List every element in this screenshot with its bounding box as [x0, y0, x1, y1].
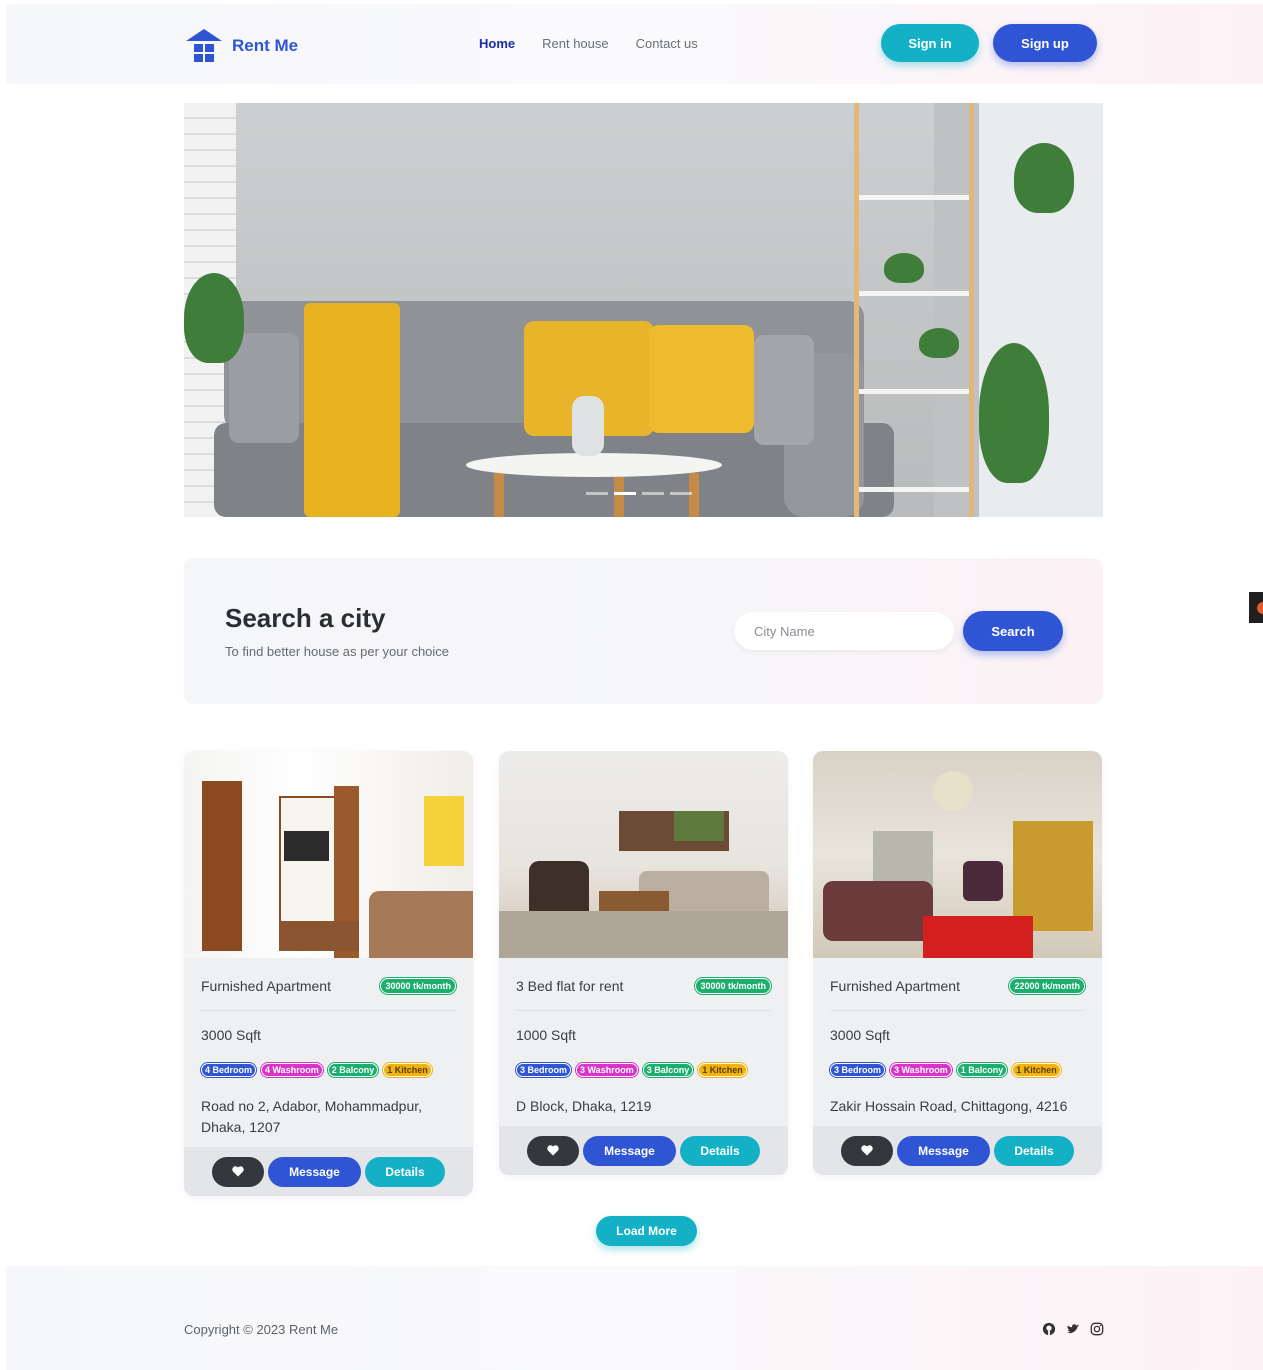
- carousel-indicators: [586, 492, 692, 495]
- city-search-input[interactable]: [734, 612, 954, 650]
- nav-home[interactable]: Home: [479, 36, 515, 51]
- search-title: Search a city: [225, 603, 386, 633]
- balcony-tag: 3 Balcony: [642, 1063, 694, 1077]
- favorite-button[interactable]: [527, 1135, 579, 1166]
- details-button[interactable]: Details: [680, 1135, 760, 1166]
- search-subtitle: To find better house as per your choice: [225, 644, 450, 659]
- details-button[interactable]: Details: [994, 1135, 1074, 1166]
- kitchen-tag: 1 Kitchen: [383, 1063, 432, 1077]
- heart-icon: [547, 1145, 559, 1156]
- nav-contact-us[interactable]: Contact us: [636, 36, 698, 51]
- side-widget-tab[interactable]: [1249, 592, 1263, 623]
- site-header: Rent Me Home Rent house Contact us Sign …: [6, 4, 1263, 84]
- listing-title: 3 Bed flat for rent: [516, 977, 624, 994]
- listing-title: Furnished Apartment: [201, 977, 331, 994]
- price-badge: 30000 tk/month: [380, 977, 456, 994]
- price-badge: 30000 tk/month: [695, 977, 771, 994]
- card-actions: Message Details: [813, 1126, 1102, 1175]
- card-actions: Message Details: [184, 1147, 473, 1196]
- site-footer: Copyright © 2023 Rent Me: [6, 1266, 1263, 1370]
- house-logo-icon: [186, 29, 222, 62]
- carousel-dot[interactable]: [586, 492, 608, 495]
- kitchen-tag: 1 Kitchen: [698, 1063, 747, 1077]
- hero-carousel[interactable]: [184, 103, 1103, 517]
- listing-tags: 3 Bedroom 3 Washroom 1 Balcony 1 Kitchen: [830, 1063, 1085, 1077]
- carousel-dot-active[interactable]: [614, 492, 636, 495]
- listing-card: 3 Bed flat for rent 30000 tk/month 1000 …: [499, 751, 788, 1175]
- washroom-tag: 4 Washroom: [261, 1063, 323, 1077]
- sign-in-button[interactable]: Sign in: [881, 24, 979, 62]
- instagram-icon[interactable]: [1090, 1322, 1104, 1336]
- twitter-icon[interactable]: [1066, 1322, 1080, 1336]
- heart-icon: [232, 1166, 244, 1177]
- copyright-text: Copyright © 2023 Rent Me: [184, 1322, 339, 1337]
- bedroom-tag: 4 Bedroom: [201, 1063, 257, 1077]
- kitchen-tag: 1 Kitchen: [1012, 1063, 1061, 1077]
- brand-logo[interactable]: Rent Me: [184, 26, 298, 66]
- main-nav: Home Rent house Contact us: [479, 36, 698, 51]
- message-button[interactable]: Message: [897, 1135, 990, 1166]
- listing-image[interactable]: [499, 751, 788, 958]
- balcony-tag: 2 Balcony: [327, 1063, 379, 1077]
- listing-card: Furnished Apartment 22000 tk/month 3000 …: [813, 751, 1102, 1175]
- search-button[interactable]: Search: [963, 611, 1063, 651]
- listing-image[interactable]: [813, 751, 1102, 958]
- listing-size: 3000 Sqft: [830, 1027, 890, 1043]
- favorite-button[interactable]: [212, 1156, 264, 1187]
- load-more-button[interactable]: Load More: [596, 1216, 697, 1246]
- favorite-button[interactable]: [841, 1135, 893, 1166]
- listing-image[interactable]: [184, 751, 473, 958]
- listing-tags: 3 Bedroom 3 Washroom 3 Balcony 1 Kitchen: [516, 1063, 771, 1077]
- social-links: [1042, 1322, 1104, 1336]
- listing-title: Furnished Apartment: [830, 977, 960, 994]
- washroom-tag: 3 Washroom: [576, 1063, 638, 1077]
- listing-card: Furnished Apartment 30000 tk/month 3000 …: [184, 751, 473, 1196]
- listing-size: 1000 Sqft: [516, 1027, 576, 1043]
- balcony-tag: 1 Balcony: [956, 1063, 1008, 1077]
- brand-name: Rent Me: [232, 36, 299, 55]
- listing-size: 3000 Sqft: [201, 1027, 261, 1043]
- washroom-tag: 3 Washroom: [890, 1063, 952, 1077]
- listing-address: Road no 2, Adabor, Mohammadpur, Dhaka, 1…: [201, 1098, 423, 1135]
- github-icon[interactable]: [1042, 1322, 1056, 1336]
- bedroom-tag: 3 Bedroom: [516, 1063, 572, 1077]
- sign-up-button[interactable]: Sign up: [993, 24, 1097, 62]
- card-actions: Message Details: [499, 1126, 788, 1175]
- listing-tags: 4 Bedroom 4 Washroom 2 Balcony 1 Kitchen: [201, 1063, 456, 1077]
- bedroom-tag: 3 Bedroom: [830, 1063, 886, 1077]
- carousel-dot[interactable]: [670, 492, 692, 495]
- nav-rent-house[interactable]: Rent house: [542, 36, 609, 51]
- message-button[interactable]: Message: [268, 1156, 361, 1187]
- carousel-dot[interactable]: [642, 492, 664, 495]
- details-button[interactable]: Details: [365, 1156, 445, 1187]
- search-section: Search a city To find better house as pe…: [184, 558, 1103, 704]
- message-button[interactable]: Message: [583, 1135, 676, 1166]
- heart-icon: [861, 1145, 873, 1156]
- price-badge: 22000 tk/month: [1009, 977, 1085, 994]
